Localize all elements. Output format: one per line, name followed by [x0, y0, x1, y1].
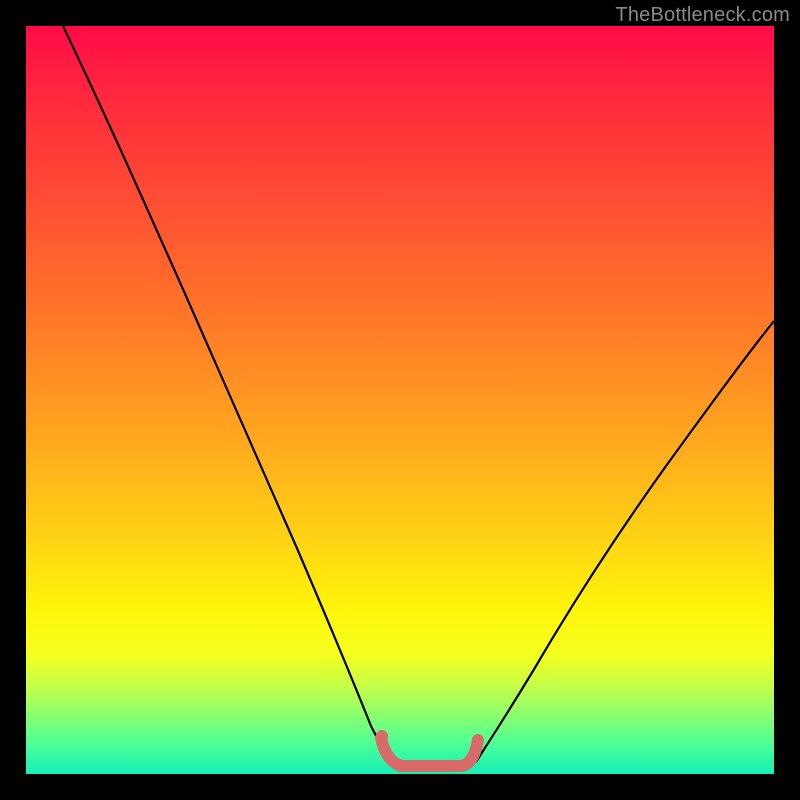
watermark-text: TheBottleneck.com: [615, 4, 790, 27]
plot-area: [26, 26, 774, 774]
chart-frame: TheBottleneck.com: [0, 0, 800, 800]
valley-dot: [376, 730, 388, 742]
right-curve: [476, 321, 774, 762]
left-curve: [63, 26, 394, 762]
chart-svg: [26, 26, 774, 774]
valley-band: [381, 738, 478, 766]
